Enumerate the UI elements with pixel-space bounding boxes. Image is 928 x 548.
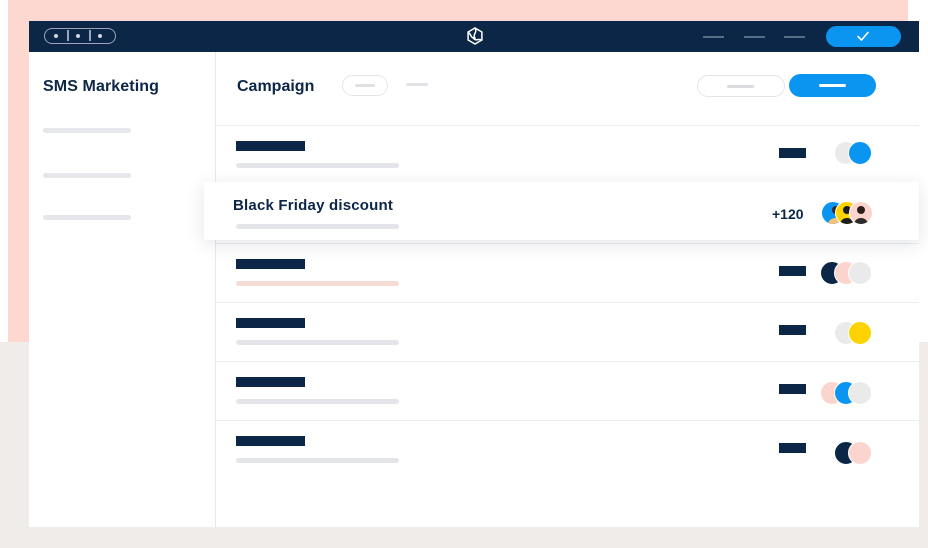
sidebar-item[interactable] — [43, 128, 131, 133]
window-controls[interactable] — [44, 28, 116, 44]
page-title: Campaign — [237, 78, 315, 95]
campaign-subtitle-placeholder — [236, 458, 399, 463]
window-control-dot[interactable] — [98, 34, 102, 38]
hexagon-swirl-logo-icon — [467, 27, 483, 45]
recipients-count: +120 — [772, 206, 804, 222]
menu-placeholder[interactable] — [703, 36, 724, 38]
sidebar-title: SMS Marketing — [43, 78, 159, 95]
primary-button-label — [819, 84, 846, 87]
campaign-row[interactable] — [216, 243, 919, 302]
campaign-subtitle-placeholder — [236, 340, 399, 345]
campaign-metric-placeholder — [779, 384, 806, 394]
primary-button[interactable] — [789, 74, 876, 97]
confirm-button[interactable] — [826, 26, 901, 47]
filter-pill[interactable] — [342, 75, 388, 96]
avatar — [848, 261, 872, 285]
window-controls-divider — [67, 30, 69, 41]
title-bar — [29, 21, 919, 52]
featured-campaign-card[interactable]: Black Friday discount +120 — [204, 182, 919, 240]
campaign-name-placeholder — [236, 436, 305, 446]
campaign-subtitle-placeholder — [236, 224, 399, 229]
campaign-row[interactable] — [216, 125, 919, 184]
window-controls-divider — [89, 30, 91, 41]
campaign-name-placeholder — [236, 141, 305, 151]
app-window: SMS Marketing Campaign Black Friday disc… — [29, 21, 919, 527]
window-control-dot[interactable] — [54, 34, 58, 38]
avatar — [848, 441, 872, 465]
avatar — [848, 381, 872, 405]
secondary-button-label — [727, 84, 754, 88]
avatar — [848, 141, 872, 165]
menu-placeholder[interactable] — [744, 36, 765, 38]
campaign-row[interactable] — [216, 302, 919, 361]
sidebar-item[interactable] — [43, 215, 131, 220]
campaign-row[interactable] — [216, 361, 919, 420]
header-tab-placeholder[interactable] — [406, 83, 428, 86]
campaign-subtitle-placeholder — [236, 281, 399, 286]
secondary-button[interactable] — [697, 75, 785, 97]
user-photo-avatar — [849, 201, 873, 225]
campaign-subtitle-placeholder — [236, 399, 399, 404]
checkmark-icon — [857, 31, 869, 41]
sidebar: SMS Marketing — [29, 52, 216, 527]
menu-placeholder[interactable] — [784, 36, 805, 38]
campaign-name-placeholder — [236, 318, 305, 328]
campaign-name-placeholder — [236, 259, 305, 269]
sidebar-item[interactable] — [43, 173, 131, 178]
campaign-metric-placeholder — [779, 325, 806, 335]
campaign-metric-placeholder — [779, 443, 806, 453]
campaign-subtitle-placeholder — [236, 163, 399, 168]
campaign-name: Black Friday discount — [233, 197, 394, 214]
campaign-name-placeholder — [236, 377, 305, 387]
avatar — [848, 321, 872, 345]
window-control-dot[interactable] — [76, 34, 80, 38]
filter-pill-label — [355, 84, 375, 87]
campaign-metric-placeholder — [779, 148, 806, 158]
campaign-metric-placeholder — [779, 266, 806, 276]
campaign-row[interactable] — [216, 420, 919, 479]
